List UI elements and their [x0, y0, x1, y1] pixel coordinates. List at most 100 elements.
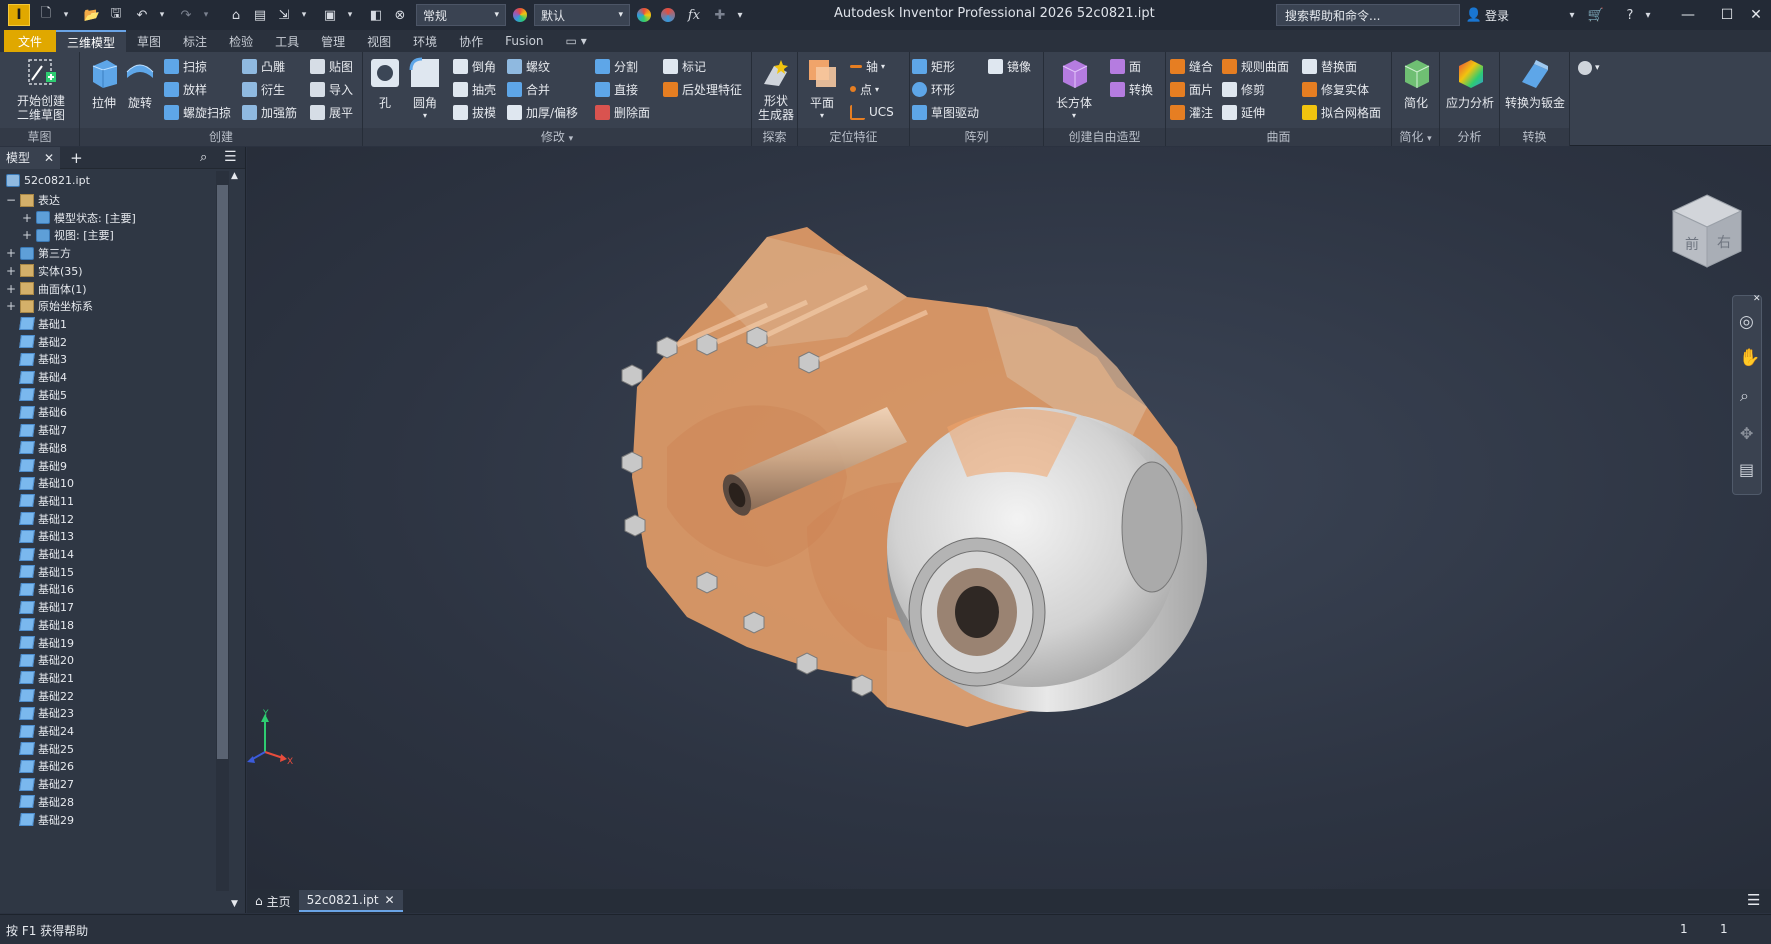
ribbon-display-toggle-icon[interactable]: ▭ ▾ — [555, 30, 598, 52]
expand-icon[interactable]: + — [22, 228, 32, 242]
minimize-icon[interactable]: — — [1676, 3, 1700, 27]
clear-appearance-icon[interactable] — [658, 3, 678, 27]
revolve-button[interactable]: 旋转 — [122, 56, 158, 111]
derive-button[interactable]: 衍生 — [242, 79, 285, 99]
freeform-box-button[interactable]: 长方体 ▾ — [1054, 56, 1094, 120]
expand-icon[interactable]: + — [6, 282, 16, 296]
hole-button[interactable]: 孔 — [367, 56, 403, 111]
maximize-icon[interactable]: ☐ — [1715, 3, 1739, 27]
repair-bodies-button[interactable]: 修复实体 — [1302, 79, 1369, 99]
steering-wheel-icon[interactable]: ◎ — [1739, 312, 1754, 332]
viewport-minimize-icon[interactable]: — — [1715, 147, 1727, 153]
document-menu-icon[interactable]: ☰ — [1747, 891, 1760, 909]
simplify-button[interactable]: 简化 — [1398, 56, 1434, 111]
navbar-close-icon[interactable]: ✕ — [1753, 294, 1761, 304]
login-button[interactable]: 登录 — [1485, 7, 1509, 24]
help-search-input[interactable]: 搜索帮助和命令... — [1276, 4, 1460, 26]
decal-button[interactable]: 贴图 — [310, 56, 353, 76]
fit-mesh-face-button[interactable]: 拟合网格面 — [1302, 102, 1381, 122]
thicken-button[interactable]: 加厚/偏移 — [507, 102, 578, 122]
ribbon-extra-dropdown[interactable]: ▾ — [1578, 58, 1600, 78]
undo-dropdown-icon[interactable]: ▾ — [152, 3, 172, 27]
patch-button[interactable]: 面片 — [1170, 79, 1213, 99]
freeform-convert-button[interactable]: 转换 — [1110, 79, 1153, 99]
viewcube[interactable]: 前 右 — [1669, 191, 1745, 271]
tab-sketch[interactable]: 草图 — [126, 30, 172, 52]
model-3d-view[interactable]: Y X Z — [247, 147, 1771, 889]
viewcube-right-label[interactable]: 右 — [1717, 235, 1731, 251]
import-button[interactable]: 导入 — [310, 79, 353, 99]
tab-manage[interactable]: 管理 — [310, 30, 356, 52]
scroll-down-icon[interactable]: ▼ — [231, 899, 238, 909]
home-tab[interactable]: ⌂ 主页 — [247, 890, 299, 912]
color-wheel-icon[interactable] — [510, 3, 530, 27]
extend-surface-button[interactable]: 延伸 — [1222, 102, 1265, 122]
fillet-button[interactable]: 圆角 ▾ — [407, 56, 443, 120]
viewcube-front-label[interactable]: 前 — [1685, 236, 1699, 253]
shape-generator-button[interactable]: 形状 生成器 — [756, 56, 796, 122]
add-icon[interactable]: ✚ — [710, 3, 730, 27]
panel-modify-label[interactable]: 修改 ▾ — [363, 128, 751, 146]
dropdown-arrow-icon[interactable]: ▾ — [56, 3, 76, 27]
combine-button[interactable]: 合并 — [507, 79, 550, 99]
panel-simplify-label[interactable]: 简化 ▾ — [1392, 128, 1439, 146]
extrude-button[interactable]: 拉伸 — [86, 56, 122, 111]
browser-search-icon[interactable]: ⌕ — [200, 150, 207, 165]
rebuild-icon[interactable]: ▣ — [320, 3, 340, 27]
replace-face-button[interactable]: 替换面 — [1302, 56, 1357, 76]
select-dropdown-icon[interactable]: ▾ — [294, 3, 314, 27]
point-button[interactable]: 点 ▾ — [850, 79, 879, 99]
freeform-face-button[interactable]: 面 — [1110, 56, 1141, 76]
tab-environments[interactable]: 环境 — [402, 30, 448, 52]
unfold-button[interactable]: 展平 — [310, 102, 353, 122]
appearance-combo[interactable]: 常规 ▾ — [416, 4, 506, 26]
split-button[interactable]: 分割 — [595, 56, 638, 76]
tab-collaborate[interactable]: 协作 — [448, 30, 494, 52]
measure-icon[interactable]: ◧ — [366, 3, 386, 27]
fillet-dropdown-icon[interactable]: ▾ — [423, 111, 427, 120]
login-dropdown-icon[interactable]: ▾ — [1562, 3, 1582, 27]
help-dropdown-icon[interactable]: ▾ — [1638, 3, 1658, 27]
customize-dropdown-icon[interactable]: ▾ — [730, 3, 750, 27]
tab-tools[interactable]: 工具 — [264, 30, 310, 52]
thread-button[interactable]: 螺纹 — [507, 56, 550, 76]
close-browser-tab-icon[interactable]: ✕ — [44, 151, 54, 165]
tab-inspect[interactable]: 检验 — [218, 30, 264, 52]
zoom-icon[interactable]: ⌕ — [1740, 386, 1749, 406]
ruled-surface-button[interactable]: 规则曲面 — [1222, 56, 1289, 76]
tab-file[interactable]: 文件 — [4, 30, 57, 52]
open-folder-icon[interactable]: 📂 — [82, 3, 102, 27]
post-process-button[interactable]: 后处理特征 — [663, 79, 742, 99]
viewport-close-icon[interactable]: ✕ — [1755, 147, 1765, 150]
browser-scroll-thumb[interactable] — [217, 185, 228, 759]
loft-button[interactable]: 放样 — [164, 79, 207, 99]
sculpt-button[interactable]: 灌注 — [1170, 102, 1213, 122]
shell-button[interactable]: 抽壳 — [453, 79, 496, 99]
expand-icon[interactable]: + — [6, 246, 16, 260]
redo-dropdown-icon[interactable]: ▾ — [196, 3, 216, 27]
undo-icon[interactable]: ↶ — [132, 3, 152, 27]
rectangular-pattern-button[interactable]: 矩形 — [912, 56, 955, 76]
freeform-box-dropdown-icon[interactable]: ▾ — [1072, 111, 1076, 120]
tab-annotate[interactable]: 标注 — [172, 30, 218, 52]
pan-hand-icon[interactable]: ✋ — [1739, 348, 1760, 368]
circular-pattern-button[interactable]: 环形 — [912, 79, 955, 99]
chamfer-button[interactable]: 倒角 — [453, 56, 496, 76]
emboss-button[interactable]: 凸雕 — [242, 56, 285, 76]
material-combo[interactable]: 默认 ▾ — [534, 4, 630, 26]
stitch-button[interactable]: 缝合 — [1170, 56, 1213, 76]
help-icon[interactable]: ? — [1620, 3, 1640, 27]
plane-button[interactable]: 平面 ▾ — [804, 56, 840, 120]
rib-button[interactable]: 加强筋 — [242, 102, 297, 122]
sketch-driven-pattern-button[interactable]: 草图驱动 — [912, 102, 979, 122]
plane-dropdown-icon[interactable]: ▾ — [820, 111, 824, 120]
add-browser-tab-icon[interactable]: + — [70, 149, 83, 167]
stress-analysis-button[interactable]: 应力分析 — [1444, 56, 1496, 111]
user-icon[interactable]: 👤 — [1464, 3, 1484, 27]
isolate-icon[interactable]: ⊗ — [390, 3, 410, 27]
delete-face-button[interactable]: 删除面 — [595, 102, 650, 122]
scroll-up-icon[interactable]: ▲ — [231, 171, 238, 181]
orbit-icon[interactable]: ✥ — [1740, 424, 1753, 443]
close-window-icon[interactable]: ✕ — [1744, 3, 1768, 27]
new-file-icon[interactable]: 🗋 — [36, 3, 56, 27]
